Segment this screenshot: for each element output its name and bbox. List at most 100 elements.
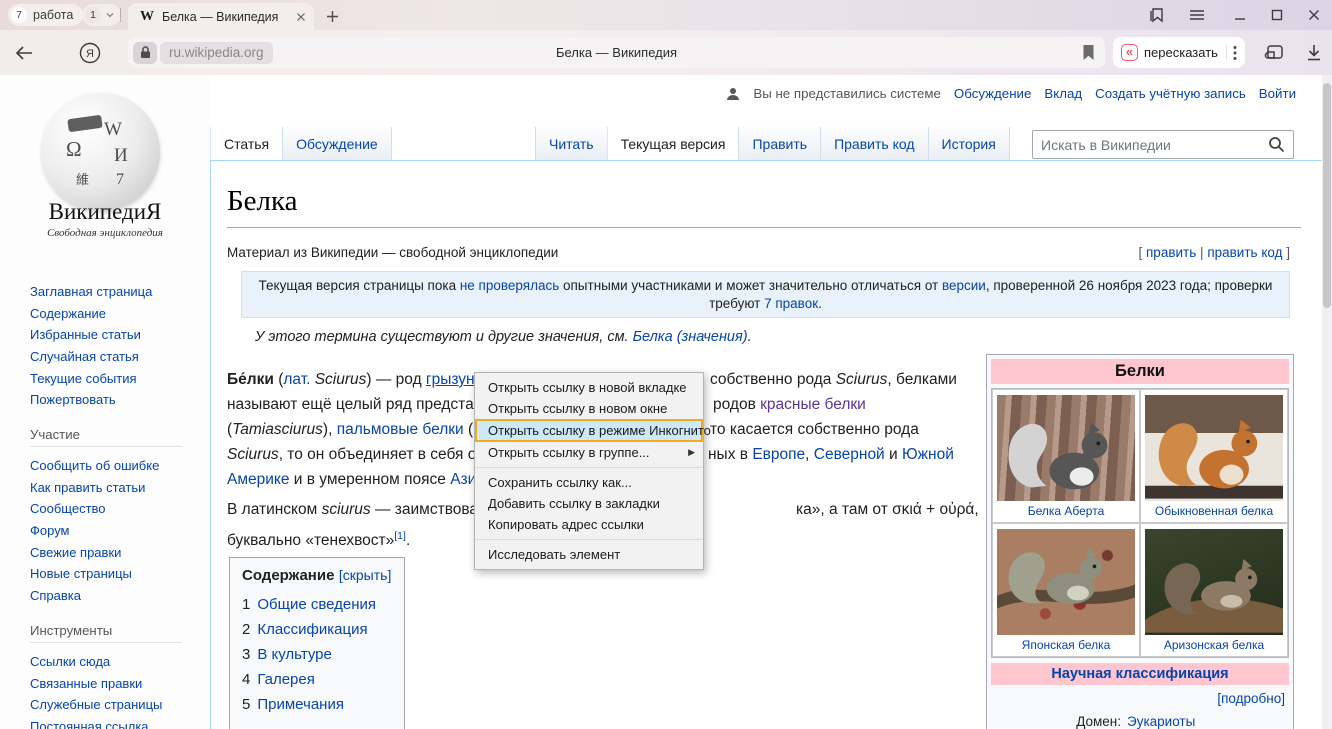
back-icon[interactable]	[12, 41, 36, 65]
personal-link-create-account[interactable]: Создать учётную запись	[1095, 86, 1246, 101]
europe-link[interactable]: Европе	[752, 446, 805, 463]
menu-item-bookmark-link[interactable]: Добавить ссылку в закладки	[475, 493, 703, 514]
america-link[interactable]: Америке	[227, 471, 289, 488]
download-icon[interactable]	[1302, 41, 1326, 65]
footnote-link[interactable]: [1]	[394, 530, 406, 542]
wikipedia-logo[interactable]: W Ω И 7 維	[42, 93, 160, 211]
sidebar-item-forum[interactable]: Форум	[30, 520, 159, 542]
address-bar[interactable]: ru.wikipedia.org Белка — Википедия	[128, 37, 1105, 68]
version-link[interactable]: версии	[942, 278, 986, 293]
sidebar-item-report-error[interactable]: Сообщить об ошибке	[30, 455, 159, 477]
personal-link-login[interactable]: Войти	[1259, 86, 1296, 101]
sidebar-item-what-links-here[interactable]: Ссылки сюда	[30, 651, 162, 673]
menu-item-copy-link-address[interactable]: Копировать адрес ссылки	[475, 514, 703, 535]
sidebar-item-new-pages[interactable]: Новые страницы	[30, 563, 159, 585]
image-caption[interactable]: Японская белка	[997, 635, 1135, 654]
sidebar-item-contents[interactable]: Содержание	[30, 303, 152, 325]
sidebar-item-special-pages[interactable]: Служебные страницы	[30, 694, 162, 716]
more-options-icon[interactable]	[1233, 45, 1237, 61]
asia-link[interactable]: Ази	[450, 471, 476, 488]
sidebar-item-current-events[interactable]: Текущие события	[30, 368, 152, 390]
arizona-squirrel-image[interactable]	[1145, 529, 1283, 635]
close-window-icon[interactable]	[1303, 4, 1325, 26]
sidebar-item-featured[interactable]: Избранные статьи	[30, 324, 152, 346]
classification-header[interactable]: Научная классификация	[991, 663, 1289, 685]
menu-item-open-in-group[interactable]: Открыть ссылку в группе...▶	[475, 442, 703, 463]
tab-article[interactable]: Статья	[210, 127, 282, 160]
bookmark-icon[interactable]	[1082, 44, 1095, 61]
menu-separator	[475, 467, 703, 468]
tab-edit-source[interactable]: Править код	[820, 127, 927, 160]
tab-history[interactable]: История	[928, 127, 1010, 160]
toc-item[interactable]: 1Общие сведения	[242, 592, 392, 617]
scrollbar-thumb[interactable]	[1323, 83, 1331, 308]
domain-link[interactable]: Эукариоты	[1127, 713, 1195, 729]
image-caption[interactable]: Белка Аберта	[997, 501, 1135, 520]
south-link[interactable]: Южной	[902, 446, 954, 463]
image-caption[interactable]: Аризонская белка	[1145, 635, 1283, 654]
tab-discussion[interactable]: Обсуждение	[282, 127, 392, 160]
rodents-link[interactable]: грызун	[426, 371, 475, 388]
toc-item[interactable]: 5Примечания	[242, 692, 392, 717]
lock-icon[interactable]	[133, 42, 157, 64]
menu-item-open-new-tab[interactable]: Открыть ссылку в новой вкладке	[475, 377, 703, 398]
tab-edit[interactable]: Править	[738, 127, 820, 160]
wikipedia-wordmark[interactable]: ВикипедиЯ	[0, 199, 210, 225]
sidebar-item-main[interactable]: Заглавная страница	[30, 281, 152, 303]
menu-item-inspect-element[interactable]: Исследовать элемент	[475, 544, 703, 565]
tab-current-version[interactable]: Текущая версия	[607, 127, 739, 160]
toc-item[interactable]: 2Классификация	[242, 617, 392, 642]
taxonomy-row: Домен: Эукариоты	[991, 713, 1289, 729]
toc-item[interactable]: 3В культуре	[242, 642, 392, 667]
personal-link-contributions[interactable]: Вклад	[1044, 86, 1082, 101]
palm-squirrels-link[interactable]: пальмовые белки	[337, 421, 464, 438]
disambiguation-link[interactable]: Белка (значения)	[633, 329, 748, 345]
yandex-icon[interactable]: Я	[78, 41, 102, 65]
sidebar-item-related-changes[interactable]: Связанные правки	[30, 673, 162, 695]
tab-read[interactable]: Читать	[535, 127, 607, 160]
tab-group-chip[interactable]: 7 работа	[8, 4, 83, 26]
menu-item-save-link-as[interactable]: Сохранить ссылку как...	[475, 472, 703, 493]
url-text[interactable]: ru.wikipedia.org	[160, 42, 273, 64]
details-link[interactable]: [подробно]	[991, 685, 1289, 710]
sidebar-item-random[interactable]: Случайная статья	[30, 346, 152, 368]
abert-squirrel-image[interactable]	[997, 395, 1135, 501]
sidebar-item-community[interactable]: Сообщество	[30, 498, 159, 520]
tab-group-counter[interactable]: 1	[82, 4, 121, 26]
retell-button[interactable]: « пересказать	[1113, 37, 1245, 68]
menu-item-open-new-window[interactable]: Открыть ссылку в новом окне	[475, 398, 703, 419]
wikipedia-favicon: W	[140, 9, 154, 25]
personal-link-discussion[interactable]: Обсуждение	[954, 86, 1031, 101]
sidebar-item-help[interactable]: Справка	[30, 585, 159, 607]
toc-hide-link[interactable]: [скрыть]	[339, 567, 391, 583]
wiki-search-box[interactable]	[1032, 130, 1294, 159]
edit-source-link[interactable]: править код	[1207, 245, 1282, 260]
edit-link[interactable]: править	[1146, 245, 1196, 260]
side-panel-icon[interactable]	[1262, 41, 1286, 65]
new-tab-button[interactable]	[322, 6, 342, 26]
edits-count-link[interactable]: 7 правок	[764, 296, 818, 311]
japanese-squirrel-image[interactable]	[997, 529, 1135, 635]
bookmarks-panel-icon[interactable]	[1146, 4, 1168, 26]
latin-link[interactable]: лат.	[283, 371, 310, 388]
red-squirrel-image[interactable]	[1145, 395, 1283, 501]
minimize-icon[interactable]	[1229, 4, 1251, 26]
toc-item[interactable]: 4Галерея	[242, 667, 392, 692]
close-tab-icon[interactable]	[296, 12, 306, 22]
image-caption[interactable]: Обыкновенная белка	[1145, 501, 1283, 520]
sidebar-item-permanent-link[interactable]: Постоянная ссылка	[30, 716, 162, 729]
browser-tab[interactable]: W Белка — Википедия	[128, 3, 314, 30]
maximize-icon[interactable]	[1266, 4, 1288, 26]
sidebar-item-recent-changes[interactable]: Свежие правки	[30, 542, 159, 564]
north-link[interactable]: Северной	[814, 446, 885, 463]
browser-toolbar: Я ru.wikipedia.org Белка — Википедия « п…	[0, 30, 1332, 75]
search-icon[interactable]	[1268, 136, 1285, 153]
not-reviewed-link[interactable]: не проверялась	[460, 278, 559, 293]
menu-item-open-incognito[interactable]: Открыть ссылку в режиме Инкогнито	[475, 419, 703, 442]
sidebar-item-how-to-edit[interactable]: Как править статьи	[30, 477, 159, 499]
search-input[interactable]	[1041, 137, 1268, 153]
red-squirrels-link[interactable]: красные белки	[760, 396, 866, 413]
page-scrollbar[interactable]	[1322, 75, 1332, 729]
sidebar-item-donate[interactable]: Пожертвовать	[30, 389, 152, 411]
menu-icon[interactable]	[1186, 4, 1208, 26]
